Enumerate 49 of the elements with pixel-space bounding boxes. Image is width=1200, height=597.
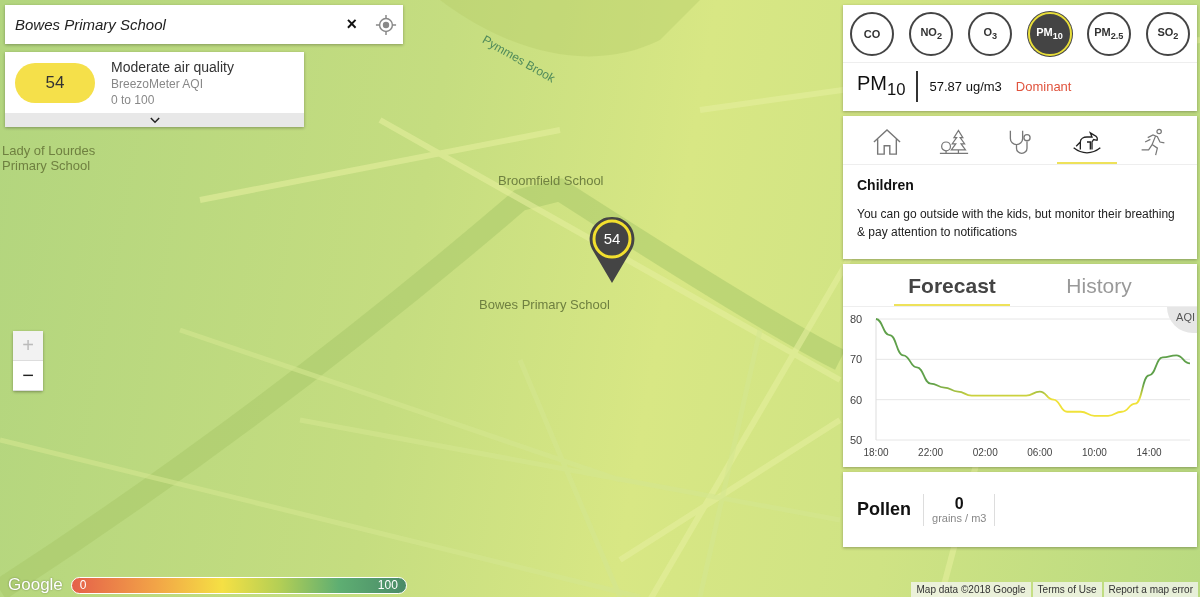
x-tick-label: 18:00 <box>863 447 889 458</box>
trees-icon <box>938 128 969 156</box>
marker-aqi-value: 54 <box>602 230 622 247</box>
search-field[interactable]: Bowes Primary School × <box>5 5 403 44</box>
x-tick-label: 06:00 <box>1027 447 1053 458</box>
pollutant-concentration: 57.87 ug/m3 <box>929 79 1002 94</box>
y-tick-label: 60 <box>850 393 863 406</box>
search-value: Bowes Primary School <box>15 16 167 33</box>
chevron-down-icon <box>149 116 160 124</box>
zoom-out-button[interactable]: − <box>13 361 43 391</box>
attribution-link[interactable]: Report a map error <box>1103 582 1198 597</box>
y-tick-label: 70 <box>850 353 863 366</box>
legend-min-label: 0 <box>79 578 87 592</box>
pollutant-button[interactable]: O$_{3}$ <box>968 12 1013 56</box>
pollutant-button[interactable]: SO$_{2}$ <box>1145 12 1190 56</box>
pollen-title: Pollen <box>857 499 912 520</box>
pollen-value: 0 <box>954 495 964 512</box>
recommendation-text: You can go outside with the kids, but monitor their breathing & pay attention to notifications <box>857 206 1176 241</box>
chart-tab[interactable]: Forecast <box>894 270 1010 306</box>
y-axis-label: AQI <box>1167 307 1197 333</box>
pollutant-button[interactable]: PM$_{2.5}$ <box>1086 12 1131 56</box>
map-data-text: Map data ©2018 Google <box>911 582 1031 597</box>
x-tick-label: 02:00 <box>972 447 998 458</box>
recommendation-title: Children <box>857 177 915 193</box>
map-place-label: Broomfield School <box>498 173 604 188</box>
map-place-label: Bowes Primary School <box>479 297 610 312</box>
clear-button[interactable]: × <box>342 14 361 35</box>
pollen-unit: grains / m3 <box>932 511 987 524</box>
map-place-label: Lady of Lourdes Primary School <box>2 143 97 173</box>
dominant-label: Dominant <box>1015 79 1072 94</box>
x-tick-label: 22:00 <box>918 447 944 458</box>
pollutant-button[interactable]: NO$_{2}$ <box>909 12 954 56</box>
aqi-index-name: BreezoMeter AQI <box>111 77 205 91</box>
x-tick-label: 14:00 <box>1136 447 1162 458</box>
pollutant-button[interactable]: PM$_{10}$ <box>1027 12 1072 56</box>
aqi-badge: 54 <box>15 63 95 103</box>
aqi-range: 0 to 100 <box>111 93 156 107</box>
locate-icon[interactable] <box>375 13 397 36</box>
house-icon <box>872 128 902 156</box>
x-tick-label: 10:00 <box>1081 447 1107 458</box>
y-tick-label: 80 <box>850 313 863 325</box>
pollutant-name: PM$_{10}$ <box>857 71 918 102</box>
map-marker-pin[interactable] <box>588 215 636 285</box>
legend-max-label: 100 <box>377 578 398 592</box>
y-tick-label: 50 <box>850 434 863 446</box>
pollutant-button[interactable]: CO <box>850 12 894 56</box>
attribution-link[interactable]: Terms of Use <box>1032 582 1102 597</box>
aqi-title: Moderate air quality <box>111 59 234 75</box>
google-logo: Google <box>8 575 63 595</box>
